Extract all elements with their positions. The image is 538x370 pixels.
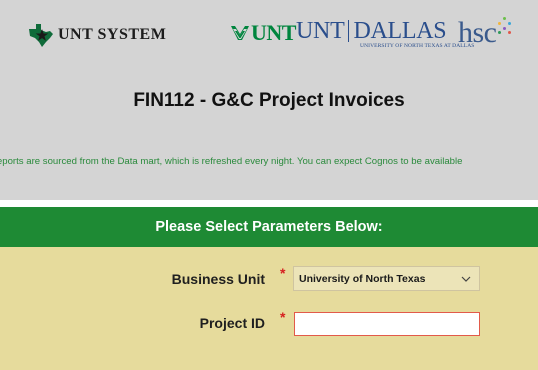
unt-logo[interactable]: UNT xyxy=(230,20,296,46)
data-refresh-notice: Reports are sourced from the Data mart, … xyxy=(0,156,538,167)
business-unit-select[interactable]: University of North Texas xyxy=(293,266,480,291)
texas-star-icon xyxy=(29,24,53,47)
project-id-row: Project ID * xyxy=(0,309,538,338)
institution-logos: UNT SYSTEM UNT UNT DALLAS UNIVERSITY OF … xyxy=(0,16,538,66)
hsc-logo[interactable]: hsc xyxy=(458,16,512,50)
unt-wordmark: UNT xyxy=(251,20,296,45)
unt-dallas-dallas: DALLAS xyxy=(353,18,447,44)
unt-dallas-logo[interactable]: UNT DALLAS UNIVERSITY OF NORTH TEXAS AT … xyxy=(296,18,474,49)
parameters-form: Business Unit * University of North Texa… xyxy=(0,247,538,370)
required-marker: * xyxy=(280,265,286,281)
notice-text: Reports are sourced from the Data mart, … xyxy=(0,156,463,167)
hsc-wordmark: hsc xyxy=(458,16,497,49)
project-id-input[interactable] xyxy=(294,312,480,336)
page-header: UNT SYSTEM UNT UNT DALLAS UNIVERSITY OF … xyxy=(0,0,538,200)
project-id-label: Project ID xyxy=(199,315,265,331)
page-title: FIN112 - G&C Project Invoices xyxy=(133,90,405,111)
logo-divider xyxy=(348,20,350,42)
eagle-wings-icon xyxy=(231,26,249,40)
unt-system-wordmark: UNT SYSTEM xyxy=(58,26,167,43)
business-unit-label: Business Unit xyxy=(171,271,265,287)
parameters-heading: Please Select Parameters Below: xyxy=(155,219,383,235)
unt-system-logo[interactable]: UNT SYSTEM xyxy=(26,22,166,48)
unt-dallas-unt: UNT xyxy=(296,18,345,44)
required-marker: * xyxy=(280,309,286,325)
chevron-down-icon xyxy=(461,274,471,284)
business-unit-selected: University of North Texas xyxy=(299,272,426,285)
hsc-dots-icon xyxy=(497,17,512,35)
business-unit-row: Business Unit * University of North Texa… xyxy=(0,265,538,294)
parameters-heading-band: Please Select Parameters Below: xyxy=(0,207,538,247)
